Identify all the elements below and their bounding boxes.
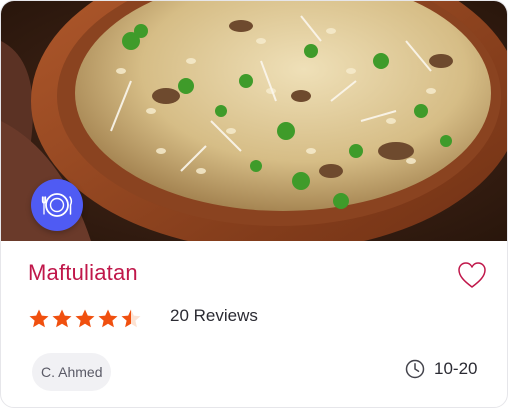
recipe-title[interactable]: Maftuliatan (28, 260, 138, 286)
reviews-count[interactable]: 20 Reviews (170, 306, 258, 326)
category-badge (31, 179, 83, 231)
star-icon (121, 309, 141, 328)
recipe-card[interactable]: Maftuliatan 20 Reviews C. Ahmed 10-20 (0, 0, 508, 408)
star-icon (75, 309, 95, 328)
favorite-button[interactable] (457, 261, 487, 289)
star-icon (52, 309, 72, 328)
heart-outline-icon (458, 262, 486, 288)
author-name: C. Ahmed (41, 364, 103, 380)
cook-time: 10-20 (405, 359, 477, 379)
author-chip[interactable]: C. Ahmed (32, 353, 112, 391)
cook-time-label: 10-20 (434, 359, 478, 378)
star-icon (29, 309, 49, 328)
plate-with-utensils-icon (41, 193, 73, 217)
star-icon (98, 309, 118, 328)
clock-icon (405, 359, 425, 379)
rating-stars (28, 308, 142, 330)
